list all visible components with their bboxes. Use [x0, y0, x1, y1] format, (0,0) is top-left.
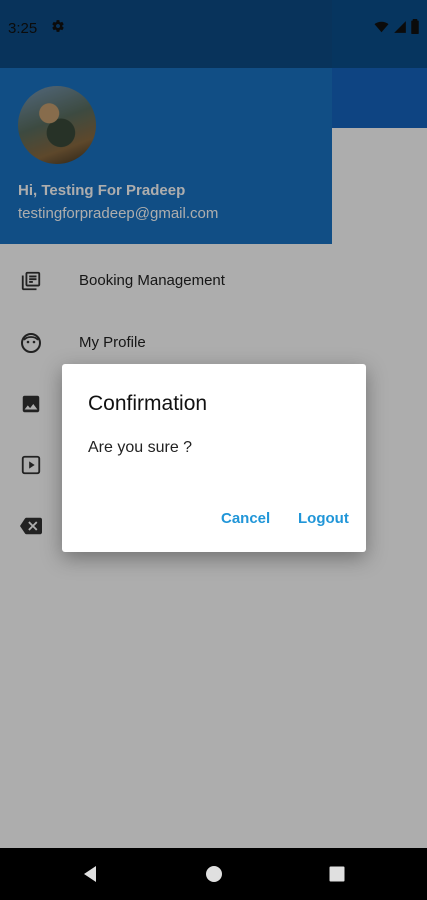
system-nav-bar	[0, 848, 427, 900]
home-icon[interactable]	[202, 862, 226, 886]
back-icon[interactable]	[78, 862, 102, 886]
dialog-title: Confirmation	[88, 392, 208, 415]
dialog-message: Are you sure ?	[88, 439, 193, 456]
logout-button[interactable]: Logout	[298, 510, 349, 527]
recents-icon[interactable]	[325, 862, 349, 886]
cancel-button[interactable]: Cancel	[221, 510, 270, 527]
confirmation-dialog: Confirmation Are you sure ? Cancel Logou…	[62, 364, 366, 552]
